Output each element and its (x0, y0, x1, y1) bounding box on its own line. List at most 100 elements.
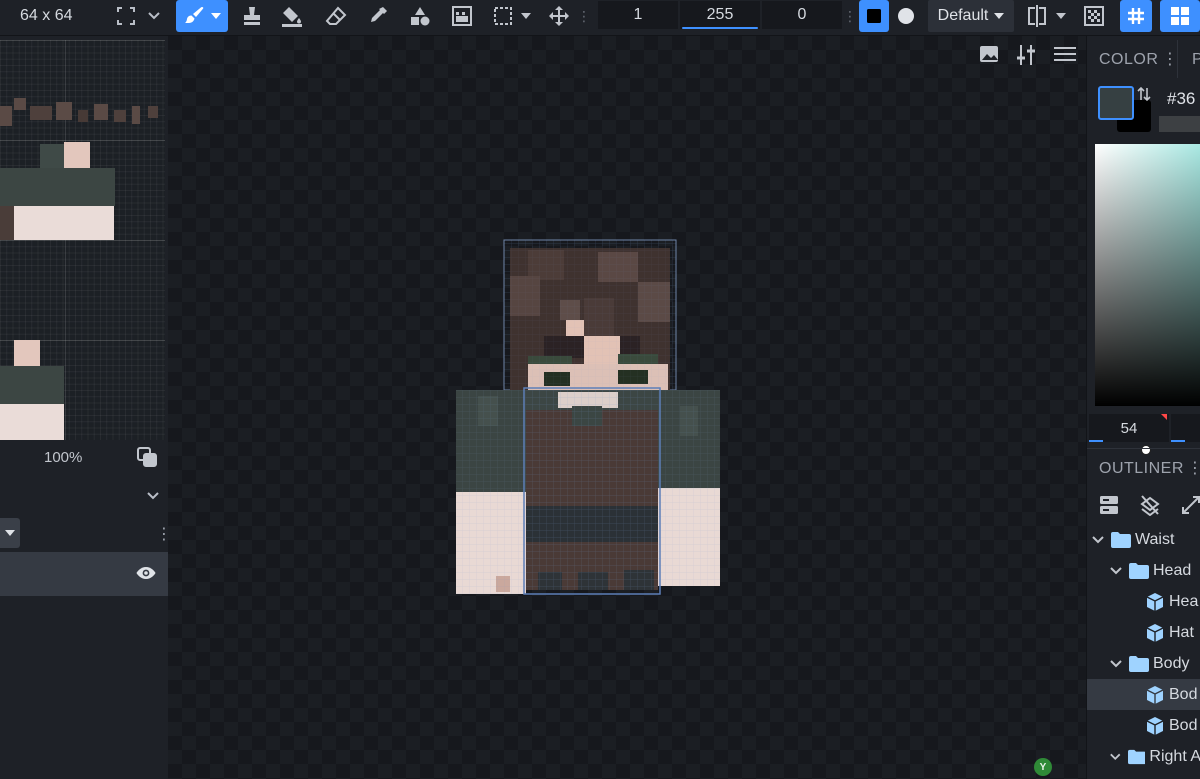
layout-button[interactable] (1160, 0, 1200, 32)
outliner-cube-body-selected[interactable]: Bod (1087, 679, 1200, 710)
outliner-item-label: Body (1153, 654, 1190, 672)
outliner-cube-hat[interactable]: Hat (1087, 617, 1200, 648)
fullscreen-icon[interactable] (112, 0, 140, 32)
color-picker-icon[interactable] (364, 0, 392, 32)
layer-dropdown[interactable] (0, 518, 20, 548)
chevron-down-icon (1110, 566, 1122, 574)
outliner-cube-head[interactable]: Hea (1087, 586, 1200, 617)
caret-down-icon (211, 13, 221, 19)
uv-texture-block (132, 106, 140, 124)
chevron-down-icon[interactable] (144, 0, 164, 32)
layer-row[interactable] (0, 552, 168, 596)
chevron-down-icon[interactable] (146, 488, 160, 506)
round-brush-button[interactable] (891, 0, 921, 32)
opacity-input[interactable]: 1 (598, 1, 678, 29)
color-value-input[interactable]: 54 (1089, 414, 1169, 442)
skin-model[interactable] (448, 236, 728, 606)
toolbar-separator: ⋮ (843, 7, 857, 24)
outliner-group-head[interactable]: Head (1087, 555, 1200, 586)
shapes-tool-icon[interactable] (406, 0, 434, 32)
circle-shape-icon (898, 8, 914, 24)
add-group-icon[interactable] (1099, 494, 1119, 521)
caret-down-icon[interactable] (1052, 0, 1070, 32)
folder-icon (1129, 562, 1149, 579)
outliner-item-label: Bod (1169, 685, 1198, 703)
uv-texture-block (114, 110, 126, 122)
saturation-value-picker[interactable] (1095, 144, 1200, 455)
uv-texture-block (0, 106, 12, 126)
texture-resolution[interactable]: 64 x 64 (20, 0, 80, 32)
mirror-painting-icon[interactable] (1024, 0, 1050, 32)
outliner-item-label: Bod (1169, 716, 1198, 734)
swap-colors-icon[interactable] (1137, 86, 1151, 107)
3d-viewport[interactable]: Y (168, 36, 1086, 779)
uv-skin-block (64, 142, 90, 168)
color-picker-cursor[interactable] (1141, 445, 1151, 455)
grid-hash-icon (1128, 8, 1144, 24)
cube-icon (1146, 592, 1164, 611)
hex-color-value[interactable]: #36 (1167, 89, 1195, 109)
uv-texture-block (0, 206, 14, 240)
copy-icon[interactable] (136, 446, 158, 473)
model-arm-right (456, 390, 526, 594)
chevron-down-icon (1110, 753, 1121, 760)
move-tool-icon[interactable] (544, 0, 574, 32)
brush-tool-button[interactable] (176, 0, 228, 32)
outliner-item-label: Hat (1169, 623, 1194, 641)
uv-pants-block (14, 206, 114, 240)
square-brush-button[interactable] (859, 0, 889, 32)
cube-icon (1146, 716, 1164, 735)
palette-tab[interactable]: P (1177, 40, 1200, 78)
folder-icon (1127, 749, 1146, 764)
color-value-input-2[interactable] (1171, 414, 1200, 442)
brush-value-input[interactable]: 255 (680, 1, 760, 29)
uv-skin-block (14, 340, 40, 366)
primary-color-swatch[interactable] (1098, 86, 1134, 120)
uv-editor-panel: 100% ⋮ (0, 36, 172, 779)
uv-texture-block (56, 102, 72, 120)
color-panel-menu-icon[interactable]: ⋮ (1162, 49, 1178, 69)
gradient-tool-icon[interactable] (448, 0, 476, 32)
toolbar-separator: ⋮ (577, 7, 591, 24)
softness-input[interactable]: 0 (762, 1, 842, 29)
model-torso (523, 387, 661, 595)
layout-grid-icon (1171, 7, 1189, 25)
eye-icon[interactable] (136, 565, 156, 586)
menu-icon[interactable] (1054, 44, 1076, 69)
uv-zoom-level: 100% (44, 449, 83, 466)
chevron-down-icon (1092, 535, 1104, 543)
fill-bucket-icon[interactable] (278, 0, 306, 32)
outliner-title: OUTLINER (1099, 460, 1184, 477)
expand-icon[interactable] (1181, 494, 1200, 521)
caret-down-icon[interactable] (518, 0, 534, 32)
image-icon[interactable] (978, 44, 1000, 69)
outliner-cube-body-layer[interactable]: Bod (1087, 710, 1200, 741)
eraser-icon[interactable] (322, 0, 350, 32)
grid-toggle-button[interactable] (1120, 0, 1152, 32)
outliner-group-right-arm[interactable]: Right A (1087, 741, 1200, 772)
outliner-item-label: Head (1153, 561, 1192, 579)
stamp-tool-icon[interactable] (238, 0, 266, 32)
chevron-down-icon (1110, 659, 1122, 667)
uv-texture-block (78, 110, 88, 122)
uv-shirt-block (0, 168, 115, 206)
square-shape-icon (867, 9, 881, 23)
uv-texture-canvas[interactable] (0, 40, 165, 440)
outliner-group-waist[interactable]: Waist (1087, 524, 1200, 555)
cube-icon (1146, 623, 1164, 642)
checker-pattern-icon[interactable] (1080, 0, 1108, 32)
right-sidebar: COLOR ⋮ P #36 54 OUTLINER ⋮ Waist Head H… (1086, 36, 1200, 779)
uv-pants-block (0, 404, 64, 440)
outliner-menu-icon[interactable]: ⋮ (1187, 458, 1200, 478)
axis-y-gizmo[interactable]: Y (1034, 758, 1052, 776)
selection-tool-icon[interactable] (490, 0, 516, 32)
blend-mode-value: Default (937, 7, 989, 24)
hide-layers-icon[interactable] (1139, 494, 1161, 521)
panel-divider (1087, 448, 1200, 449)
brush-icon (185, 7, 204, 23)
color-preview-bar (1159, 116, 1200, 132)
outliner-group-body[interactable]: Body (1087, 648, 1200, 679)
tune-sliders-icon[interactable] (1015, 44, 1037, 71)
blend-mode-select[interactable]: Default (928, 0, 1014, 32)
folder-icon (1129, 655, 1149, 672)
